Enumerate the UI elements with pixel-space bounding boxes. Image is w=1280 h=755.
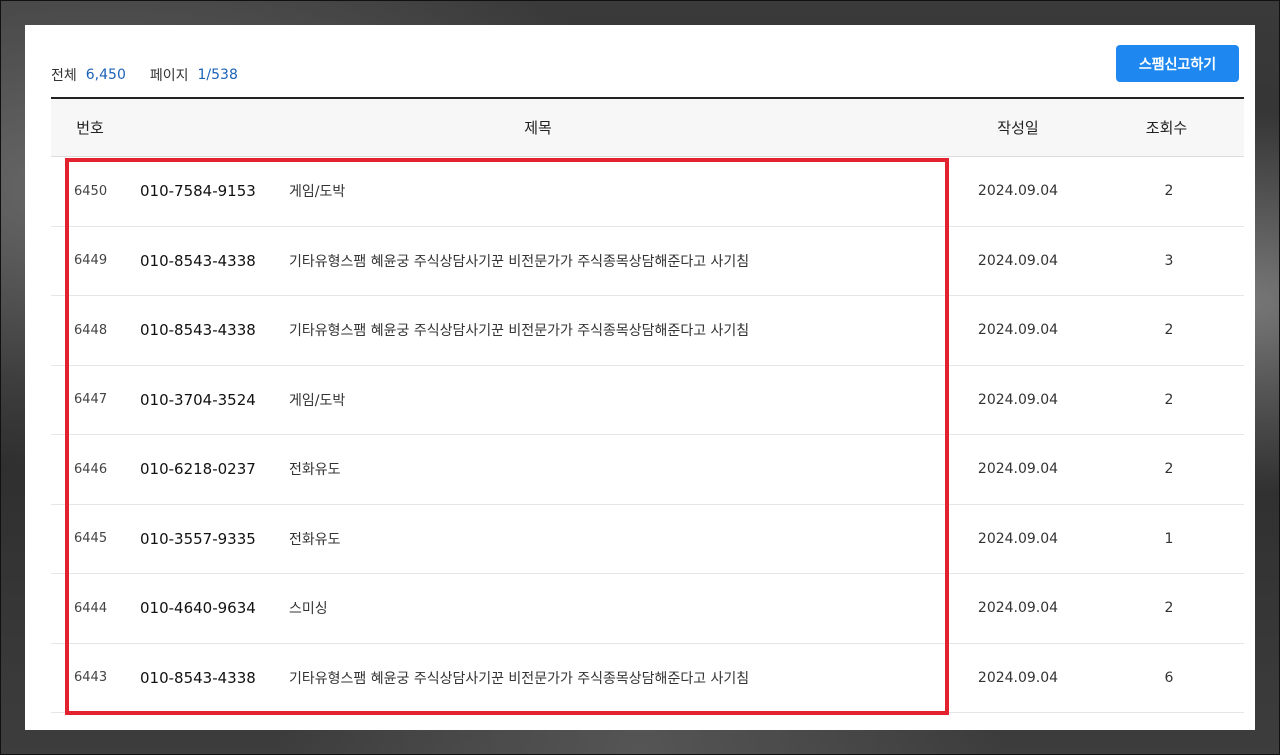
- page-indicator: 1/538: [197, 67, 238, 83]
- row-views: 2: [1164, 600, 1174, 617]
- row-phone[interactable]: 010-3557-9335: [140, 530, 256, 548]
- row-number: 6450: [74, 183, 108, 199]
- row-phone[interactable]: 010-6218-0237: [140, 460, 256, 478]
- row-date: 2024.09.04: [977, 530, 1059, 547]
- table-row[interactable]: 6450 010-7584-9153 게임/도박 2024.09.04 2: [51, 157, 1244, 227]
- row-title[interactable]: 기타유형스팸 혜윤궁 주식상담사기꾼 비전문가가 주식종목상담해준다고 사기침: [289, 251, 749, 271]
- row-number: 6443: [74, 670, 108, 686]
- row-date: 2024.09.04: [977, 183, 1059, 200]
- spam-board-panel: 전체 6,450 페이지 1/538 스팸신고하기 번호 제목 작성일 조회수 …: [25, 25, 1255, 730]
- row-title[interactable]: 기타유형스팸 혜윤궁 주식상담사기꾼 비전문가가 주식종목상담해준다고 사기침: [289, 668, 749, 688]
- row-number: 6448: [74, 322, 108, 338]
- row-title[interactable]: 기타유형스팸 혜윤궁 주식상담사기꾼 비전문가가 주식종목상담해준다고 사기침: [289, 320, 749, 340]
- row-views: 3: [1164, 252, 1174, 269]
- spam-report-button[interactable]: 스팸신고하기: [1116, 45, 1239, 82]
- row-title[interactable]: 스미싱: [289, 598, 328, 618]
- row-views: 2: [1164, 391, 1174, 408]
- row-date: 2024.09.04: [977, 461, 1059, 478]
- row-title[interactable]: 전화유도: [289, 529, 341, 549]
- row-views: 6: [1164, 669, 1174, 686]
- row-number: 6449: [74, 253, 108, 269]
- row-number: 6447: [74, 392, 108, 408]
- header-number: 번호: [76, 119, 104, 137]
- board-summary: 전체 6,450 페이지 1/538: [51, 65, 238, 85]
- table-row[interactable]: 6446 010-6218-0237 전화유도 2024.09.04 2: [51, 435, 1244, 505]
- row-views: 2: [1164, 183, 1174, 200]
- table-header: 번호 제목 작성일 조회수: [51, 97, 1244, 157]
- row-number: 6446: [74, 461, 108, 477]
- row-phone[interactable]: 010-3704-3524: [140, 391, 256, 409]
- table-row[interactable]: 6447 010-3704-3524 게임/도박 2024.09.04 2: [51, 366, 1244, 435]
- row-phone[interactable]: 010-8543-4338: [140, 321, 256, 339]
- table-row[interactable]: 6449 010-8543-4338 기타유형스팸 혜윤궁 주식상담사기꾼 비전…: [51, 227, 1244, 296]
- row-date: 2024.09.04: [977, 391, 1059, 408]
- row-date: 2024.09.04: [977, 600, 1059, 617]
- row-title[interactable]: 게임/도박: [289, 390, 345, 410]
- total-label: 전체: [51, 68, 77, 84]
- table-row[interactable]: 6448 010-8543-4338 기타유형스팸 혜윤궁 주식상담사기꾼 비전…: [51, 296, 1244, 366]
- spam-table: 번호 제목 작성일 조회수 6450 010-7584-9153 게임/도박 2…: [51, 97, 1244, 713]
- row-phone[interactable]: 010-8543-4338: [140, 669, 256, 687]
- total-count: 6,450: [85, 67, 126, 83]
- row-date: 2024.09.04: [977, 252, 1059, 269]
- row-date: 2024.09.04: [977, 669, 1059, 686]
- table-row[interactable]: 6444 010-4640-9634 스미싱 2024.09.04 2: [51, 574, 1244, 644]
- row-views: 2: [1164, 322, 1174, 339]
- row-phone[interactable]: 010-7584-9153: [140, 182, 256, 200]
- row-views: 1: [1164, 530, 1174, 547]
- table-row[interactable]: 6443 010-8543-4338 기타유형스팸 혜윤궁 주식상담사기꾼 비전…: [51, 644, 1244, 713]
- row-views: 2: [1164, 461, 1174, 478]
- row-phone[interactable]: 010-8543-4338: [140, 252, 256, 270]
- header-views: 조회수: [1145, 119, 1188, 137]
- row-number: 6445: [74, 531, 108, 547]
- row-phone[interactable]: 010-4640-9634: [140, 599, 256, 617]
- table-row[interactable]: 6445 010-3557-9335 전화유도 2024.09.04 1: [51, 505, 1244, 574]
- row-date: 2024.09.04: [977, 322, 1059, 339]
- row-title[interactable]: 게임/도박: [289, 181, 345, 201]
- row-title[interactable]: 전화유도: [289, 459, 341, 479]
- header-title: 제목: [524, 119, 552, 137]
- header-date: 작성일: [997, 119, 1039, 137]
- row-number: 6444: [74, 600, 108, 616]
- page-label: 페이지: [149, 68, 189, 84]
